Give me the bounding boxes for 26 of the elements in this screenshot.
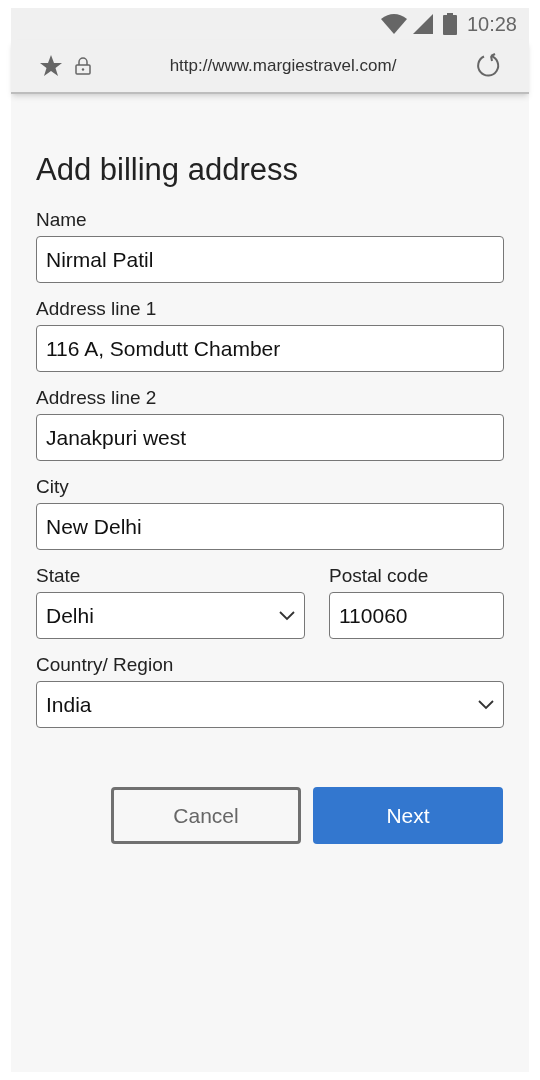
dropdown[interactable]: India	[36, 681, 504, 728]
dropdown[interactable]: Delhi	[36, 592, 305, 639]
battery-icon	[442, 13, 457, 35]
chevron-down-icon	[478, 699, 494, 710]
signal-icon	[412, 14, 433, 34]
lock-icon	[75, 57, 91, 75]
next-button[interactable]: Next	[313, 787, 503, 844]
field-label: Address line 2	[36, 386, 158, 410]
star-icon[interactable]	[39, 54, 63, 78]
input-field[interactable]: Janakpuri west	[36, 414, 504, 461]
wifi-icon	[380, 14, 407, 34]
field-label: Name	[36, 208, 88, 232]
refresh-icon[interactable]	[475, 53, 501, 79]
field-label: City	[36, 475, 70, 499]
field-label: Country/ Region	[36, 653, 175, 677]
page-title: Add billing address	[36, 151, 299, 189]
input-field[interactable]: 116 A, Somdutt Chamber	[36, 325, 504, 372]
cancel-button[interactable]: Cancel	[111, 787, 301, 844]
field-label: Postal code	[329, 564, 430, 588]
status-time: 10:28	[466, 12, 517, 37]
chevron-down-icon	[279, 610, 295, 621]
input-field[interactable]: 110060	[329, 592, 504, 639]
field-label: Address line 1	[36, 297, 158, 321]
input-field[interactable]: Nirmal Patil	[36, 236, 504, 283]
field-label: State	[36, 564, 82, 588]
input-field[interactable]: New Delhi	[36, 503, 504, 550]
